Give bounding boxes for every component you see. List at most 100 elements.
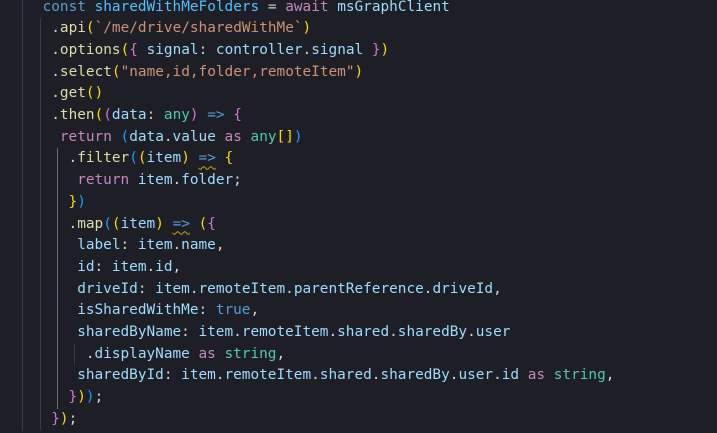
code-token: msGraphClient	[337, 0, 450, 15]
code-token: sharedBy	[397, 324, 468, 340]
code-token: item	[111, 258, 147, 275]
code-line[interactable]: .filter((item) => {	[69, 148, 234, 170]
code-token: sharedWithMeFolders	[94, 0, 260, 15]
code-token: item	[120, 215, 156, 232]
code-token: return	[77, 172, 138, 189]
code-editor[interactable]: const sharedWithMeFolders = await msGrap…	[0, 0, 717, 433]
code-line[interactable]: isSharedWithMe: true,	[77, 300, 259, 322]
code-token: id	[77, 258, 95, 275]
code-token: }	[68, 193, 78, 210]
code-token: string	[553, 367, 606, 384]
code-line[interactable]: sharedById: item.remoteItem.shared.share…	[77, 365, 614, 387]
code-token: label	[77, 237, 121, 254]
code-token: filter	[77, 150, 130, 167]
code-token: )	[155, 215, 164, 232]
code-token: .	[311, 367, 320, 384]
code-token: :	[94, 258, 112, 275]
code-token: .	[493, 367, 502, 384]
code-line[interactable]: .options({ signal: controller.signal })	[51, 40, 389, 62]
code-token: remoteItem	[198, 280, 286, 297]
code-line[interactable]: sharedByName: item.remoteItem.shared.sha…	[77, 322, 510, 344]
code-token: driveId	[432, 280, 494, 297]
code-token: (	[103, 215, 112, 232]
code-line[interactable]: .map((item) => ({	[69, 214, 216, 236]
code-token: api	[59, 20, 86, 37]
code-line[interactable]: .get()	[51, 83, 103, 105]
code-token: )	[77, 389, 86, 406]
code-token-warning: =>	[172, 215, 190, 232]
code-token: )	[181, 150, 190, 167]
indent-guide	[56, 148, 58, 409]
code-token: :	[181, 324, 199, 340]
code-token: item	[181, 367, 216, 384]
code-token: as	[215, 128, 251, 145]
code-line[interactable]: return (data.value as any[])	[60, 127, 303, 149]
code-token: ;	[233, 172, 242, 189]
code-token: driveId	[77, 280, 138, 297]
code-token: )	[354, 63, 364, 80]
code-token: select	[59, 63, 112, 80]
code-token: options	[59, 41, 121, 58]
code-token: "name,id,folder,remoteItem"	[120, 63, 355, 80]
code-token: )	[59, 410, 69, 427]
code-token: await	[285, 0, 338, 15]
code-token: .	[233, 324, 242, 340]
code-token: :	[120, 237, 138, 254]
code-token: ,	[493, 280, 502, 297]
code-token: sharedBy	[380, 367, 450, 384]
code-token: .	[467, 324, 476, 340]
code-line[interactable]: id: item.id,	[77, 257, 181, 279]
indent-guide	[39, 18, 41, 431]
code-token: =	[259, 0, 286, 15]
code-token: item	[137, 172, 173, 189]
code-token: ,	[276, 345, 286, 362]
code-token: ,	[172, 258, 182, 275]
code-token-warning: =>	[198, 150, 216, 167]
code-token: .	[51, 63, 60, 80]
code-token: .	[51, 85, 60, 102]
code-token: :	[137, 280, 156, 297]
code-token: remoteItem	[224, 367, 312, 384]
code-token: displayName	[94, 345, 190, 362]
code-token: item	[198, 324, 234, 340]
code-token: ,	[605, 367, 615, 384]
code-line[interactable]: .displayName as string,	[86, 344, 285, 366]
code-token: const	[42, 0, 95, 15]
code-token: (	[129, 150, 138, 167]
code-line[interactable]: driveId: item.remoteItem.parentReference…	[77, 279, 502, 301]
code-token: string	[224, 345, 277, 362]
code-line[interactable]: .select("name,id,folder,remoteItem")	[51, 62, 363, 84]
code-token: )	[94, 85, 104, 102]
code-token: ;	[94, 389, 104, 406]
code-line[interactable]: }));	[69, 387, 104, 409]
code-line[interactable]: const sharedWithMeFolders = await msGrap…	[43, 0, 450, 18]
code-token: sharedByName	[77, 324, 182, 340]
code-line[interactable]: label: item.name,	[77, 235, 224, 257]
code-line[interactable]: .api(`/me/drive/sharedWithMe`)	[51, 18, 311, 40]
code-token: controller	[215, 41, 303, 58]
code-token: )	[380, 41, 390, 58]
code-line[interactable]: .then((data: any) => {	[51, 105, 242, 127]
code-token: (	[85, 85, 95, 102]
code-line[interactable]: });	[51, 409, 77, 431]
code-line[interactable]: return item.folder;	[77, 170, 242, 192]
code-token: .	[302, 41, 312, 58]
code-token: as	[189, 345, 225, 362]
code-token: name	[181, 237, 216, 254]
code-line[interactable]: })	[69, 192, 86, 214]
code-token: {	[233, 107, 242, 123]
code-token: =>	[198, 107, 234, 123]
code-token: {	[207, 215, 216, 232]
code-token: :	[163, 367, 182, 384]
code-token: remoteItem	[241, 324, 329, 340]
code-token: .	[189, 280, 199, 297]
code-token: .	[85, 345, 95, 362]
code-token: (	[111, 215, 121, 232]
code-token: data	[111, 107, 147, 123]
code-token: .	[51, 20, 60, 37]
code-token: )	[302, 20, 312, 37]
